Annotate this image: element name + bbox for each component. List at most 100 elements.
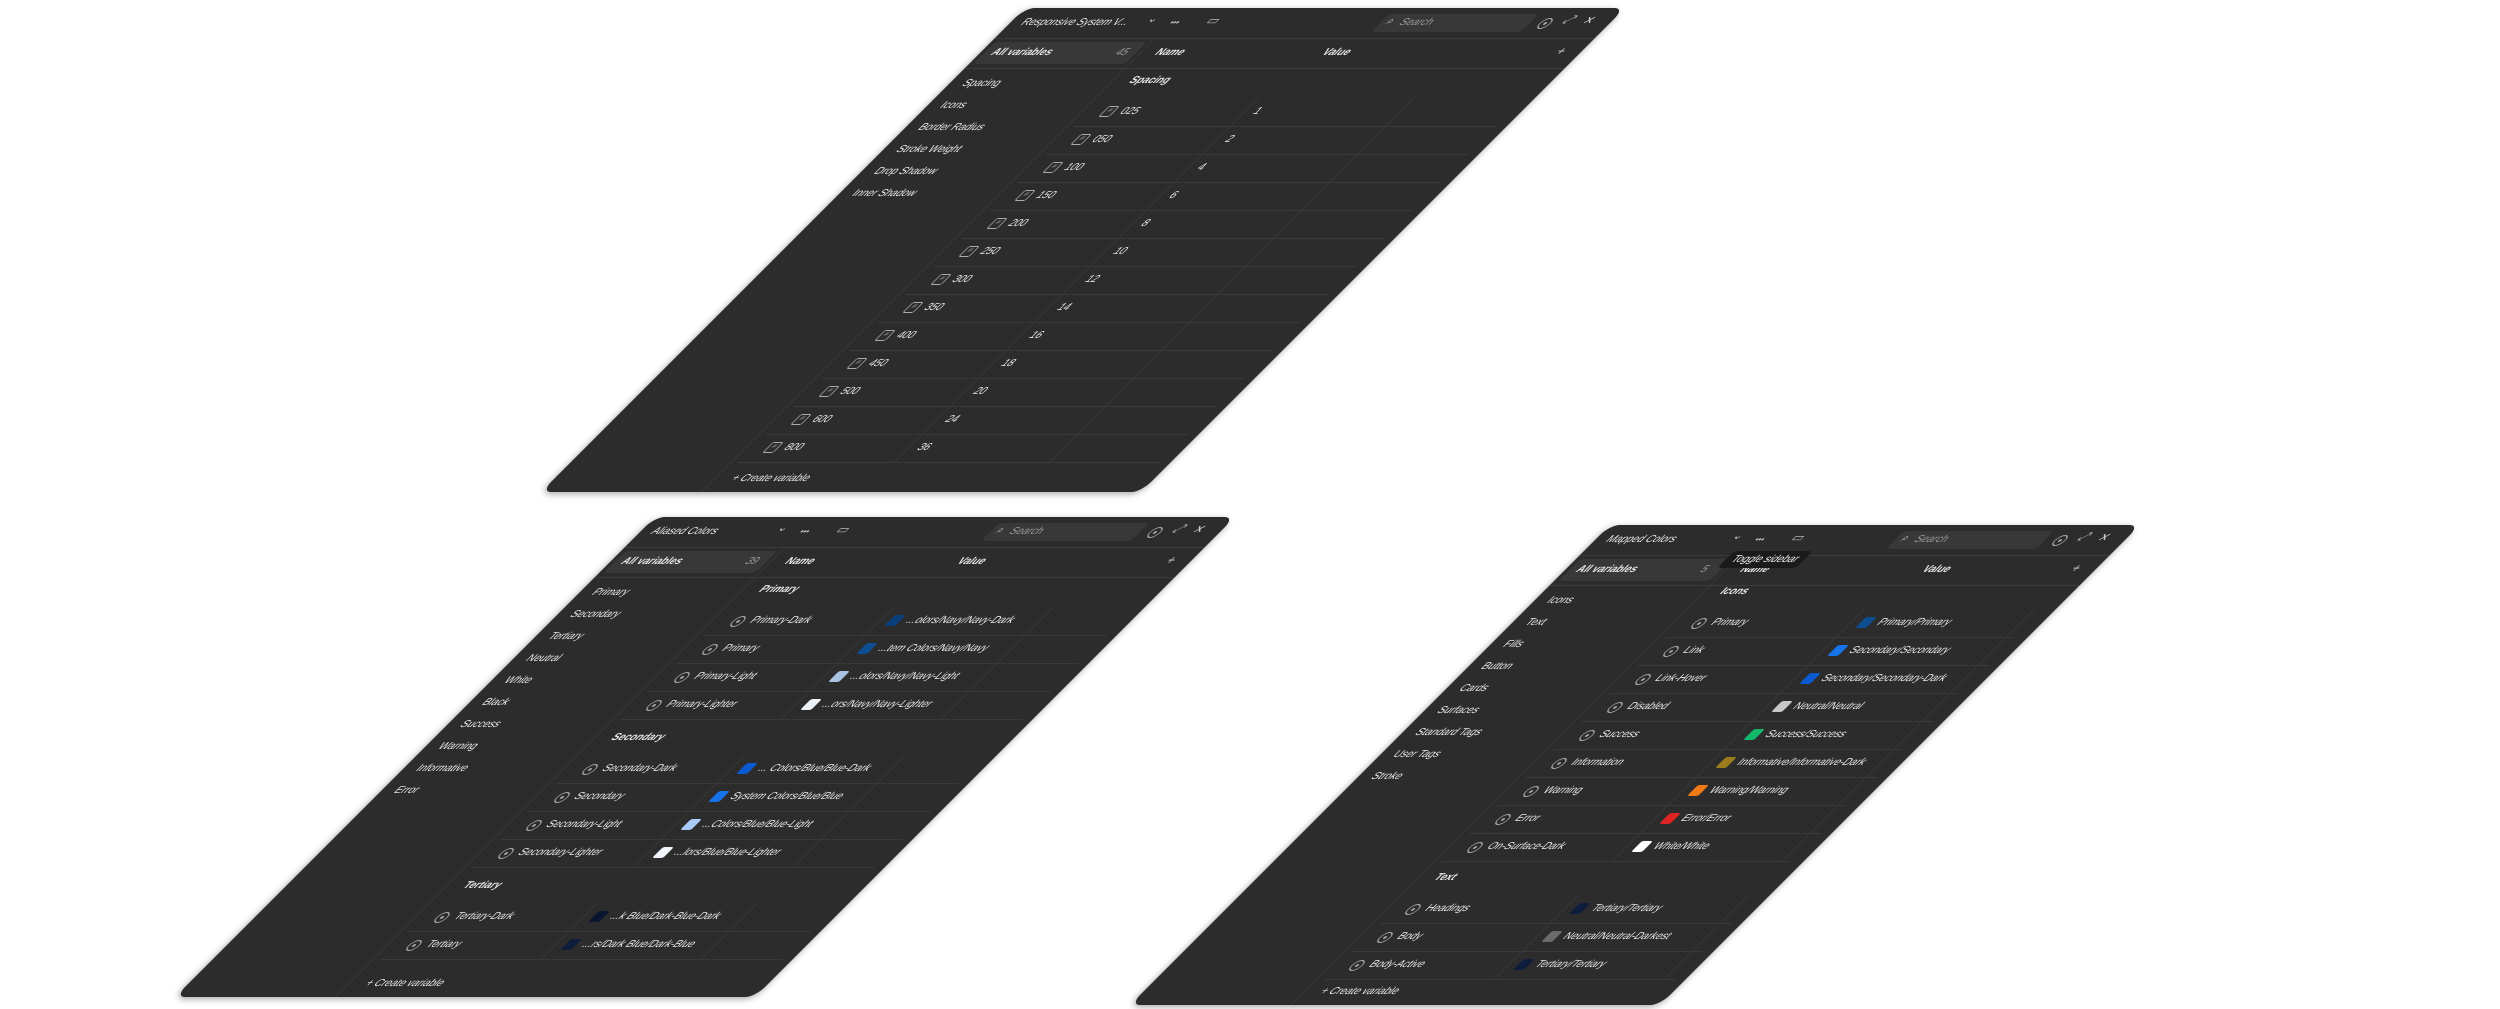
variable-value-cell[interactable]: Tertiary/Tertiary bbox=[1494, 951, 1693, 979]
variable-name-cell[interactable]: #300 bbox=[907, 266, 1091, 294]
alias-settings-icon[interactable] bbox=[2049, 535, 2071, 546]
variable-name-cell[interactable]: Tertiary bbox=[381, 931, 570, 959]
toggle-sidebar-icon[interactable]: ▭ bbox=[1787, 531, 1810, 544]
sidebar-group-warning[interactable]: Warning bbox=[434, 741, 482, 752]
sidebar-group-icons[interactable]: Icons bbox=[1543, 595, 1578, 606]
variable-name-cell[interactable]: Primary-Dark bbox=[705, 607, 894, 635]
variable-row[interactable]: Success Success/Success bbox=[1553, 721, 1934, 750]
variable-value-cell[interactable]: ...olors/Navy/Navy-Light bbox=[809, 663, 998, 691]
sidebar-group-border-radius[interactable]: Border Radius bbox=[914, 122, 989, 133]
variable-row[interactable]: Link-Hover Secondary/Secondary-Dark bbox=[1609, 665, 1990, 694]
variable-row[interactable]: Link Secondary/Secondary bbox=[1637, 637, 2018, 666]
variable-value-cell[interactable]: ... Colors/Blue/Blue-Dark bbox=[717, 755, 906, 783]
variable-value-cell[interactable]: 18 bbox=[978, 350, 1162, 378]
close-icon[interactable]: ✕ bbox=[1188, 523, 1210, 536]
sidebar-group-standard-tags[interactable]: Standard Tags bbox=[1411, 727, 1486, 738]
variable-value-cell[interactable]: 20 bbox=[950, 378, 1134, 406]
variable-value-cell[interactable]: Neutral/Neutral-Darkest bbox=[1522, 923, 1721, 951]
variable-name-cell[interactable]: Error bbox=[1470, 805, 1669, 833]
search-input[interactable]: ⌕ Search bbox=[1886, 531, 2054, 549]
variable-value-cell[interactable]: 8 bbox=[1118, 210, 1302, 238]
variable-name-cell[interactable]: Tertiary-Dark bbox=[409, 903, 598, 931]
sidebar-group-tertiary[interactable]: Tertiary bbox=[544, 631, 588, 642]
expand-icon[interactable]: ⤢ bbox=[1558, 14, 1580, 27]
collection-dropdown[interactable]: Mapped Colors bbox=[1600, 533, 1682, 547]
variable-row[interactable]: #800 36 bbox=[738, 434, 1189, 463]
sidebar-group-fills[interactable]: Fills bbox=[1499, 639, 1528, 650]
variable-value-cell[interactable]: 16 bbox=[1006, 322, 1190, 350]
variable-name-cell[interactable]: Warning bbox=[1498, 777, 1697, 805]
all-variables-item[interactable]: All variables 5 bbox=[1558, 559, 1732, 581]
variable-value-cell[interactable]: 1 bbox=[1230, 98, 1414, 126]
variable-value-cell[interactable]: 10 bbox=[1090, 238, 1274, 266]
alias-settings-icon[interactable] bbox=[1534, 18, 1556, 29]
variable-name-cell[interactable]: Success bbox=[1554, 721, 1753, 749]
variable-row[interactable]: #050 2 bbox=[1046, 126, 1497, 155]
close-icon[interactable]: ✕ bbox=[2093, 531, 2115, 544]
variable-row[interactable]: Secondary-Lighter ...lors/Blue/Blue-Light… bbox=[472, 839, 903, 868]
variable-name-cell[interactable]: Body bbox=[1352, 923, 1551, 951]
add-mode-icon[interactable]: + bbox=[1161, 553, 1182, 567]
variable-row[interactable]: Error Error/Error bbox=[1469, 805, 1850, 834]
variable-value-cell[interactable]: ...k Blue/Dark-Blue-Dark bbox=[569, 903, 758, 931]
variable-row[interactable]: On-Surface-Dark White/White bbox=[1441, 833, 1822, 862]
sidebar-group-neutral[interactable]: Neutral bbox=[522, 653, 565, 664]
variable-name-cell[interactable]: #250 bbox=[935, 238, 1119, 266]
sidebar-group-success[interactable]: Success bbox=[456, 719, 505, 730]
search-input[interactable]: ⌕ Search bbox=[1371, 14, 1539, 32]
sidebar-group-user-tags[interactable]: User Tags bbox=[1389, 749, 1445, 760]
variable-row[interactable]: #450 18 bbox=[822, 350, 1273, 379]
variable-row[interactable]: Warning Warning/Warning bbox=[1497, 777, 1878, 806]
sidebar-group-text[interactable]: Text bbox=[1521, 617, 1550, 628]
sidebar-group-primary[interactable]: Primary bbox=[588, 587, 633, 598]
close-icon[interactable]: ✕ bbox=[1578, 14, 1600, 27]
variable-name-cell[interactable]: Primary-Light bbox=[649, 663, 838, 691]
variable-value-cell[interactable]: Tertiary/Tertiary bbox=[1550, 895, 1749, 923]
variable-row[interactable]: #150 6 bbox=[990, 182, 1441, 211]
variable-value-cell[interactable]: White/White bbox=[1612, 833, 1811, 861]
variable-value-cell[interactable]: Error/Error bbox=[1640, 805, 1839, 833]
toggle-sidebar-icon[interactable]: ▭ bbox=[1202, 14, 1225, 27]
variable-row[interactable]: #200 8 bbox=[962, 210, 1413, 239]
variable-name-cell[interactable]: Primary-Lighter bbox=[621, 691, 810, 719]
variable-value-cell[interactable]: ...lors/Blue/Blue-Lighter bbox=[633, 839, 822, 867]
variable-value-cell[interactable]: Secondary/Secondary-Dark bbox=[1780, 665, 1979, 693]
variable-name-cell[interactable]: On-Surface-Dark bbox=[1442, 833, 1641, 861]
variable-value-cell[interactable]: ...rs/Dark Blue/Dark-Blue bbox=[541, 931, 730, 959]
variable-value-cell[interactable]: 14 bbox=[1034, 294, 1218, 322]
variable-name-cell[interactable]: Link bbox=[1638, 637, 1837, 665]
create-variable-button[interactable]: + Create variable bbox=[359, 977, 449, 991]
variable-name-cell[interactable]: #150 bbox=[991, 182, 1175, 210]
variable-row[interactable]: Tertiary ...rs/Dark Blue/Dark-Blue bbox=[380, 931, 811, 960]
variable-row[interactable]: Primary-Lighter ...ors/Navy/Navy-Lighter bbox=[620, 691, 1051, 720]
variable-value-cell[interactable]: 4 bbox=[1174, 154, 1358, 182]
variable-row[interactable]: Primary ...tem Colors/Navy/Navy bbox=[676, 635, 1107, 664]
variable-row[interactable]: Primary Primary/Primary bbox=[1665, 609, 2046, 638]
variable-value-cell[interactable]: Success/Success bbox=[1724, 721, 1923, 749]
variable-row[interactable]: #400 16 bbox=[850, 322, 1301, 351]
variable-value-cell[interactable]: System Colors/Blue/Blue bbox=[689, 783, 878, 811]
variable-value-cell[interactable]: 6 bbox=[1146, 182, 1330, 210]
expand-icon[interactable]: ⤢ bbox=[1168, 523, 1190, 536]
variable-row[interactable]: Secondary-Dark ... Colors/Blue/Blue-Dark bbox=[556, 755, 987, 784]
variable-value-cell[interactable]: Secondary/Secondary bbox=[1808, 637, 2007, 665]
sidebar-group-cards[interactable]: Cards bbox=[1455, 683, 1493, 694]
search-input[interactable]: ⌕ Search bbox=[981, 523, 1149, 541]
sidebar-group-button[interactable]: Button bbox=[1477, 661, 1517, 672]
variable-row[interactable]: Secondary-Light ...Colors/Blue/Blue-Light bbox=[500, 811, 931, 840]
sidebar-group-error[interactable]: Error bbox=[390, 785, 423, 796]
variable-row[interactable]: #100 4 bbox=[1018, 154, 1469, 183]
variable-name-cell[interactable]: #200 bbox=[963, 210, 1147, 238]
variable-name-cell[interactable]: Secondary-Dark bbox=[557, 755, 746, 783]
sidebar-group-icons[interactable]: Icons bbox=[936, 100, 971, 111]
variable-name-cell[interactable]: #025 bbox=[1075, 98, 1259, 126]
variable-name-cell[interactable]: #800 bbox=[739, 434, 923, 462]
variable-row[interactable]: #350 14 bbox=[878, 294, 1329, 323]
variable-row[interactable]: Tertiary-Dark ...k Blue/Dark-Blue-Dark bbox=[408, 903, 839, 932]
variable-row[interactable]: Secondary System Colors/Blue/Blue bbox=[528, 783, 959, 812]
sidebar-group-stroke[interactable]: Stroke bbox=[1367, 771, 1407, 782]
chevron-down-icon[interactable]: ⌄ bbox=[773, 521, 795, 534]
expand-icon[interactable]: ⤢ bbox=[2073, 531, 2095, 544]
all-variables-item[interactable]: All variables 45 bbox=[973, 42, 1147, 64]
alias-settings-icon[interactable] bbox=[1144, 527, 1166, 538]
